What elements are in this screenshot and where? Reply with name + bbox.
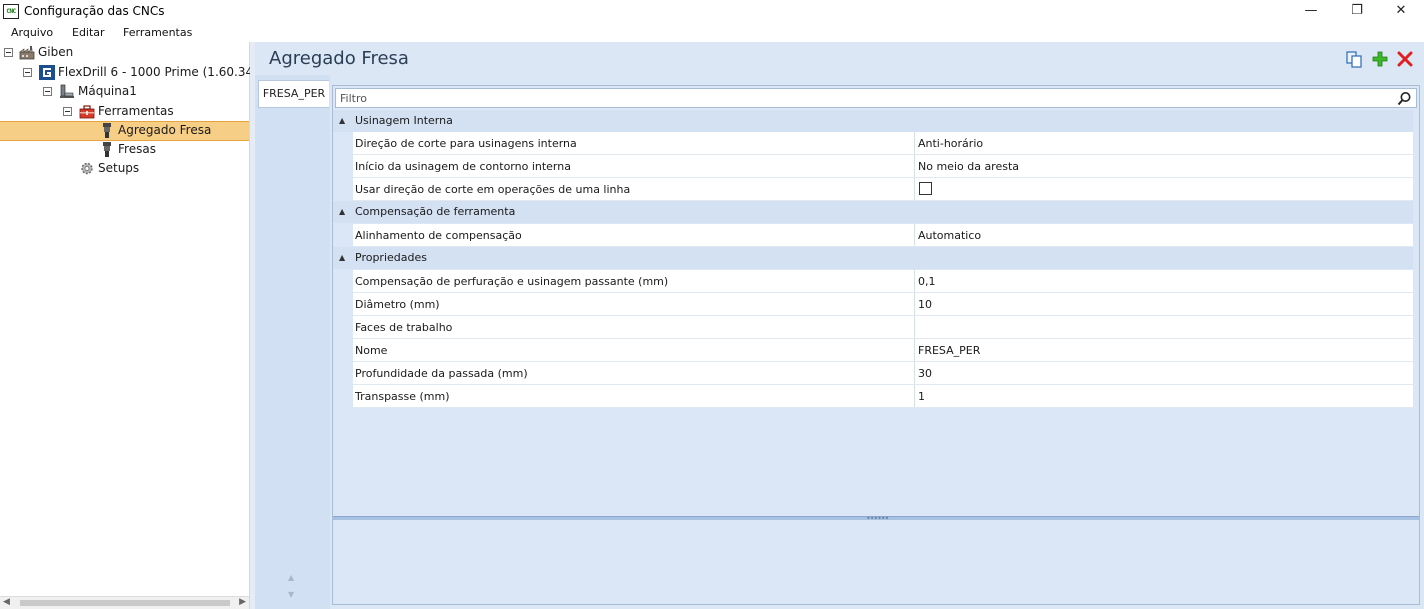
tree-horizontal-scrollbar[interactable]: ◀ ▶ [0, 596, 249, 609]
tab-scroll-up-icon[interactable]: ▲ [288, 573, 294, 582]
maximize-button[interactable]: ❐ [1334, 0, 1380, 23]
title-bar: CNC Configuração das CNCs — ❐ ✕ [0, 0, 1424, 23]
property-name: Compensação de perfuração e usinagem pas… [355, 275, 669, 288]
property-name: Faces de trabalho [355, 321, 453, 334]
property-value-cell[interactable] [914, 316, 1413, 338]
collapse-toggle[interactable] [43, 87, 52, 96]
tree-node-label: Setups [98, 161, 140, 175]
tool-bit-icon [103, 142, 111, 157]
collapse-toggle[interactable] [23, 68, 32, 77]
property-value-cell[interactable] [914, 178, 1413, 200]
giben-logo-icon [39, 65, 55, 80]
property-value-cell[interactable]: 30 [914, 362, 1413, 384]
machine-tree: Giben FlexDrill 6 - 1000 Prime (1.60.34.… [0, 42, 269, 609]
tree-node-label: Fresas [118, 142, 156, 156]
collapse-toggle[interactable] [4, 48, 13, 57]
property-value-cell[interactable]: 1 [914, 385, 1413, 407]
gear-icon [81, 162, 93, 175]
property-value-cell[interactable]: Automatico [914, 224, 1413, 246]
section-label: Usinagem Interna [355, 114, 453, 127]
tree-node-label: Ferramentas [98, 104, 174, 118]
property-row[interactable]: Profundidade da passada (mm) 30 [353, 362, 1413, 385]
page-title: Agregado Fresa [269, 48, 409, 69]
tab-scroll-down-icon[interactable]: ▼ [288, 590, 294, 599]
property-name: Usar direção de corte em operações de um… [355, 183, 631, 196]
tree-node-label: Giben [38, 45, 74, 59]
property-name: Profundidade da passada (mm) [355, 367, 528, 380]
collapse-caret-icon[interactable]: ▲ [339, 253, 349, 263]
search-icon[interactable] [1397, 91, 1412, 106]
tree-node-label: Máquina1 [78, 84, 137, 98]
property-row[interactable]: Transpasse (mm) 1 [353, 385, 1413, 408]
property-row[interactable]: Usar direção de corte em operações de um… [353, 178, 1413, 201]
property-value: Anti-horário [918, 137, 984, 150]
window-title: Configuração das CNCs [24, 4, 165, 18]
property-row[interactable]: Alinhamento de compensação Automatico [353, 224, 1413, 247]
property-row[interactable]: Faces de trabalho [353, 316, 1413, 339]
property-row[interactable]: Compensação de perfuração e usinagem pas… [353, 270, 1413, 293]
property-row[interactable]: Direção de corte para usinagens interna … [353, 132, 1413, 155]
delete-icon[interactable] [1396, 50, 1414, 68]
scroll-right-arrow-icon[interactable]: ▶ [239, 597, 246, 607]
property-row[interactable]: Nome FRESA_PER [353, 339, 1413, 362]
property-value-cell[interactable]: Anti-horário [914, 132, 1413, 154]
property-row[interactable]: Início da usinagem de contorno interna N… [353, 155, 1413, 178]
menu-arquivo[interactable]: Arquivo [11, 26, 53, 39]
vertical-tab-strip: FRESA_PER ▲ ▼ [255, 75, 330, 609]
minimize-button[interactable]: — [1288, 0, 1334, 23]
toolbox-icon [79, 105, 95, 119]
scrollbar-thumb[interactable] [20, 600, 230, 606]
description-area [333, 520, 1419, 604]
property-value: 0,1 [918, 275, 936, 288]
tree-node-label: FlexDrill 6 - 1000 Prime (1.60.34.0) [58, 65, 270, 79]
tree-node-label: Agregado Fresa [118, 123, 212, 137]
app-icon: CNC [3, 4, 19, 19]
property-value-cell[interactable]: No meio da aresta [914, 155, 1413, 177]
property-value: FRESA_PER [918, 344, 981, 357]
collapse-caret-icon[interactable]: ▲ [339, 116, 349, 126]
section-label: Compensação de ferramenta [355, 205, 516, 218]
property-name: Transpasse (mm) [355, 390, 450, 403]
property-name: Nome [355, 344, 388, 357]
scroll-left-arrow-icon[interactable]: ◀ [3, 597, 10, 607]
property-value: 10 [918, 298, 932, 311]
main-panel: Agregado Fresa FRESA_PER ▲ ▼ ▲ Usinagem … [255, 42, 1424, 609]
menu-editar[interactable]: Editar [72, 26, 105, 39]
filter-input[interactable] [340, 91, 1390, 105]
property-value-cell[interactable]: 10 [914, 293, 1413, 315]
property-name: Direção de corte para usinagens interna [355, 137, 577, 150]
property-row[interactable]: Diâmetro (mm) 10 [353, 293, 1413, 316]
property-name: Início da usinagem de contorno interna [355, 160, 571, 173]
add-icon[interactable] [1371, 50, 1389, 68]
collapse-caret-icon[interactable]: ▲ [339, 207, 349, 217]
filter-box [335, 88, 1417, 108]
property-name: Diâmetro (mm) [355, 298, 440, 311]
property-value: No meio da aresta [918, 160, 1020, 173]
property-value: Automatico [918, 229, 982, 242]
factory-icon [19, 46, 35, 60]
section-label: Propriedades [355, 251, 427, 264]
property-name: Alinhamento de compensação [355, 229, 522, 242]
tool-bit-icon [103, 123, 111, 138]
collapse-toggle[interactable] [63, 107, 72, 116]
property-value: 30 [918, 367, 932, 380]
property-value-cell[interactable]: FRESA_PER [914, 339, 1413, 361]
menu-bar: Arquivo Editar Ferramentas [0, 23, 1424, 42]
property-grid-body: ▲ Usinagem Interna Direção de corte para… [333, 110, 1419, 516]
menu-ferramentas[interactable]: Ferramentas [123, 26, 192, 39]
property-value: 1 [918, 390, 925, 403]
cutting-direction-checkbox[interactable] [919, 182, 932, 195]
section-compensacao-ferramenta[interactable]: ▲ Compensação de ferramenta [333, 201, 1413, 223]
property-value-cell[interactable]: 0,1 [914, 270, 1413, 292]
machine-icon [60, 84, 74, 98]
copy-icon[interactable] [1345, 50, 1363, 68]
property-grid: ▲ Usinagem Interna Direção de corte para… [332, 85, 1420, 605]
section-usinagem-interna[interactable]: ▲ Usinagem Interna [333, 110, 1413, 132]
close-window-button[interactable]: ✕ [1378, 0, 1424, 23]
section-propriedades[interactable]: ▲ Propriedades [333, 247, 1413, 269]
tab-fresa-per[interactable]: FRESA_PER [258, 80, 329, 108]
